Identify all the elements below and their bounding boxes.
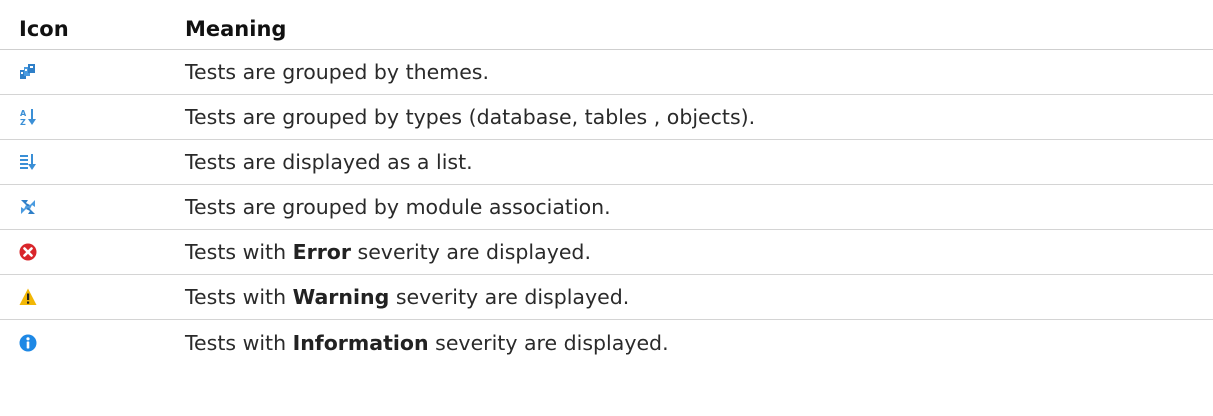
table-row: Tests are displayed as a list. bbox=[0, 140, 1213, 185]
row-text: Tests are grouped by themes. bbox=[185, 60, 489, 84]
row-text: Tests with Error severity are displayed. bbox=[185, 240, 591, 264]
table-row: A Z Tests are grouped by types (database… bbox=[0, 95, 1213, 140]
row-text: Tests with Warning severity are displaye… bbox=[185, 285, 630, 309]
legend-table: Icon Meaning Tests are grouped by themes… bbox=[0, 0, 1213, 365]
row-text: Tests with Information severity are disp… bbox=[185, 330, 669, 355]
table-row: Tests are grouped by themes. bbox=[0, 50, 1213, 95]
module-association-icon bbox=[19, 198, 37, 216]
table-row: Tests with Error severity are displayed. bbox=[0, 230, 1213, 275]
row-text: Tests are grouped by types (database, ta… bbox=[185, 105, 756, 129]
error-icon bbox=[19, 243, 37, 261]
svg-text:A: A bbox=[20, 109, 27, 118]
table-row: Tests with Warning severity are displaye… bbox=[0, 275, 1213, 320]
warning-icon bbox=[19, 288, 37, 306]
sort-az-icon: A Z bbox=[19, 108, 37, 126]
table-row: Tests are grouped by module association. bbox=[0, 185, 1213, 230]
row-text: Tests are grouped by module association. bbox=[185, 195, 611, 219]
svg-text:Z: Z bbox=[20, 118, 26, 126]
table-header: Icon Meaning bbox=[0, 0, 1213, 50]
information-icon bbox=[19, 334, 37, 352]
header-meaning-column: Meaning bbox=[185, 17, 287, 41]
table-row: Tests with Information severity are disp… bbox=[0, 320, 1213, 365]
list-sort-icon bbox=[19, 153, 37, 171]
header-icon-column: Icon bbox=[19, 17, 69, 41]
row-text: Tests are displayed as a list. bbox=[185, 150, 473, 174]
group-by-themes-icon bbox=[19, 63, 37, 81]
